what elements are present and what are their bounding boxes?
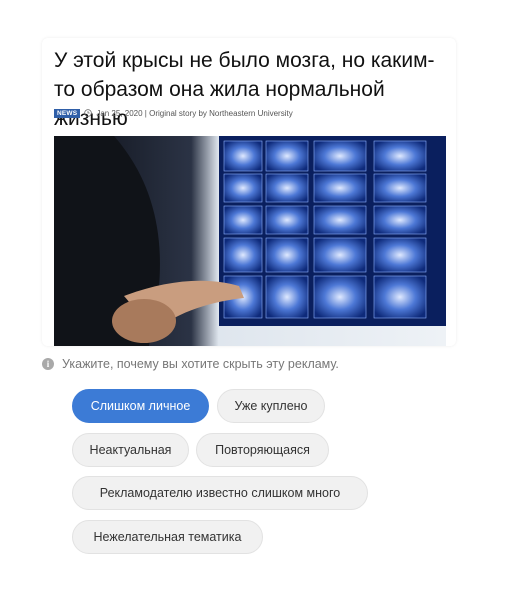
brain-scan-photo[interactable] — [54, 136, 446, 346]
reason-too-personal-button[interactable]: Слишком личное — [72, 389, 209, 423]
info-icon: i — [42, 358, 54, 370]
hide-ad-prompt: Укажите, почему вы хотите скрыть эту рек… — [62, 357, 339, 371]
reason-repetitive-button[interactable]: Повторяющаяся — [196, 433, 329, 467]
scan-tiles — [223, 140, 427, 319]
reason-unwanted-topic-button[interactable]: Нежелательная тематика — [72, 520, 263, 554]
reason-advertiser-knows-too-much-button[interactable]: Рекламодателю известно слишком много — [72, 476, 368, 510]
news-badge: NEWS — [54, 108, 81, 118]
hide-ad-notice: i Укажите, почему вы хотите скрыть эту р… — [42, 355, 339, 373]
ad-headline[interactable]: У этой крысы не было мозга, но каким-то … — [54, 46, 446, 133]
article-meta: NEWS Jan 25, 2020 | Original story by No… — [54, 107, 293, 119]
ad-card[interactable]: У этой крысы не было мозга, но каким-то … — [42, 38, 456, 346]
clock-icon — [84, 109, 93, 117]
article-date-source: Jan 25, 2020 | Original story by Northea… — [96, 108, 293, 118]
reason-irrelevant-button[interactable]: Неактуальная — [72, 433, 189, 467]
reason-already-bought-button[interactable]: Уже куплено — [217, 389, 325, 423]
